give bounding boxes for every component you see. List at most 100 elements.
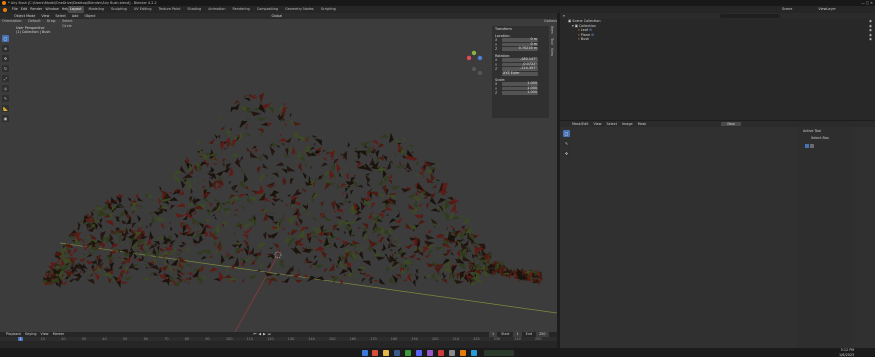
tab-texture-paint[interactable]: Texture Paint xyxy=(157,6,183,13)
add-cube-tool-icon[interactable]: ▣ xyxy=(2,115,9,122)
system-clock[interactable]: 5:12 PM 1/6/2025 xyxy=(839,348,854,357)
tool-shelf: ▢ ⊕ ✥ ↻ ⤢ ◎ ✎ 📐 ▣ xyxy=(2,35,9,125)
leaf-shape xyxy=(219,141,225,151)
leaf-shape xyxy=(148,244,156,250)
leaf-shape xyxy=(266,184,276,189)
leaf-shape xyxy=(170,226,173,232)
3d-viewport[interactable]: Object Mode View Select Add Object Globa… xyxy=(0,13,557,332)
timeline-ruler[interactable]: 0102030405060708090100110120130140150160… xyxy=(0,337,557,341)
main-menu: File Edit Render Window Help xyxy=(12,6,69,13)
leaf-shape xyxy=(88,250,95,255)
menu-file[interactable]: File xyxy=(12,6,18,13)
app-icon[interactable] xyxy=(438,349,444,356)
annotate-tool-icon[interactable]: ✎ xyxy=(2,95,9,102)
menu-render[interactable]: Render xyxy=(30,6,42,13)
blender-taskbar-icon[interactable] xyxy=(460,349,466,356)
leaf-shape xyxy=(269,247,273,250)
leaf-shape xyxy=(380,236,385,243)
select-menu-image[interactable]: Select xyxy=(607,121,617,127)
leaf-shape xyxy=(187,272,194,277)
clock-time: 5:12 PM xyxy=(840,348,855,352)
windows-start-icon[interactable] xyxy=(362,349,368,356)
transform-tool-icon[interactable]: ◎ xyxy=(2,85,9,92)
options-dropdown[interactable]: Options xyxy=(544,19,557,24)
mask-menu[interactable]: Mask xyxy=(638,121,647,127)
leaf-shape xyxy=(220,125,225,130)
leaf-shape xyxy=(242,233,249,240)
select-box-tool-icon[interactable]: ▢ xyxy=(2,35,9,42)
annotate-tool-icon[interactable]: ✎ xyxy=(563,140,570,147)
frame-tick: 110 xyxy=(246,337,254,341)
tab-tool[interactable]: Tool xyxy=(550,38,554,45)
tab-shading[interactable]: Shading xyxy=(185,6,203,13)
leaf-shape xyxy=(145,260,148,263)
menu-window[interactable]: Window xyxy=(45,6,58,13)
app-icon[interactable] xyxy=(427,349,433,356)
leaf-shape xyxy=(263,212,268,222)
playhead[interactable]: 1 xyxy=(18,337,23,341)
tab-scripting[interactable]: Scripting xyxy=(319,6,338,13)
location-x-field[interactable]: X0 m xyxy=(495,38,547,42)
tab-animation[interactable]: Animation xyxy=(206,6,227,13)
mode-dropdown[interactable]: Mask/Edit xyxy=(572,121,588,127)
leaf-shape xyxy=(314,177,318,182)
select-mode-icon[interactable] xyxy=(810,144,814,148)
discord-icon[interactable] xyxy=(416,349,422,356)
leaf-shape xyxy=(291,146,296,156)
leaf-shape xyxy=(297,267,300,273)
tab-sculpting[interactable]: Sculpting xyxy=(109,6,129,13)
navigation-gizmo[interactable] xyxy=(466,47,486,77)
xbox-icon[interactable] xyxy=(405,349,411,356)
leaf-shape xyxy=(424,254,431,258)
rotation-x-field[interactable]: X -180.147° xyxy=(495,58,547,62)
blender-menu-icon[interactable] xyxy=(3,7,7,12)
move-tool-icon[interactable]: ✥ xyxy=(2,55,9,62)
tab-view[interactable]: View xyxy=(550,48,554,56)
scale-z-field[interactable]: Z 1.000 xyxy=(495,91,547,95)
rotate-tool-icon[interactable]: ↻ xyxy=(2,65,9,72)
select-box-icon[interactable] xyxy=(805,144,809,148)
leaf-shape xyxy=(436,179,440,181)
view-menu-image[interactable]: View xyxy=(593,121,601,127)
scene-selector[interactable]: Scene xyxy=(782,6,792,13)
leaf-shape xyxy=(364,274,372,278)
scale-y-field[interactable]: Y 1.000 xyxy=(495,86,547,91)
tab-geometry-nodes[interactable]: Geometry Nodes xyxy=(283,6,316,13)
tab-layout[interactable]: Layout xyxy=(68,6,84,13)
outliner-filter-icon[interactable]: ▾ xyxy=(563,14,565,18)
cursor-tool-icon[interactable]: ⊕ xyxy=(2,45,9,52)
leaf-shape xyxy=(219,116,223,121)
tab-modeling[interactable]: Modeling xyxy=(87,6,106,13)
sample-tool-icon[interactable]: ✥ xyxy=(563,150,570,157)
leaf-shape xyxy=(340,278,344,285)
orientation-dropdown[interactable]: Default xyxy=(28,19,40,24)
scale-x-field[interactable]: X 1.000 xyxy=(495,82,547,86)
measure-tool-icon[interactable]: 📐 xyxy=(2,105,9,112)
tab-compositing[interactable]: Compositing xyxy=(255,6,280,13)
steam-icon[interactable] xyxy=(394,349,400,356)
app-icon[interactable] xyxy=(471,349,477,356)
scale-tool-icon[interactable]: ⤢ xyxy=(2,75,9,82)
select-tool-icon[interactable]: ▢ xyxy=(563,130,570,137)
browser-icon[interactable] xyxy=(372,349,378,356)
outliner-item-bush[interactable]: ▿ Bush xyxy=(578,37,589,42)
app-icon[interactable] xyxy=(449,349,455,356)
now-playing-icon[interactable] xyxy=(484,349,514,356)
tab-item[interactable]: Item xyxy=(550,26,554,34)
file-explorer-icon[interactable] xyxy=(383,349,389,356)
tab-uv-editing[interactable]: UV Editing xyxy=(132,6,154,13)
rotation-mode-dropdown[interactable]: XYZ Euler xyxy=(495,72,547,76)
tab-rendering[interactable]: Rendering xyxy=(230,6,251,13)
drag-dropdown[interactable]: Select Circle xyxy=(62,19,78,28)
new-image-button[interactable]: New xyxy=(721,122,741,126)
outliner-search-field[interactable] xyxy=(720,14,780,18)
leaf-shape xyxy=(206,208,211,217)
menu-edit[interactable]: Edit xyxy=(21,6,28,13)
leaf-shape xyxy=(388,173,392,180)
location-z-field[interactable]: Z 0.70216 m xyxy=(495,47,547,51)
image-menu[interactable]: Image xyxy=(622,121,633,127)
visibility-eye-icon[interactable]: ◉ xyxy=(869,37,872,42)
leaf-shape xyxy=(429,165,438,170)
view-layer-selector[interactable]: ViewLayer xyxy=(818,6,836,13)
leaf-shape xyxy=(333,241,338,249)
